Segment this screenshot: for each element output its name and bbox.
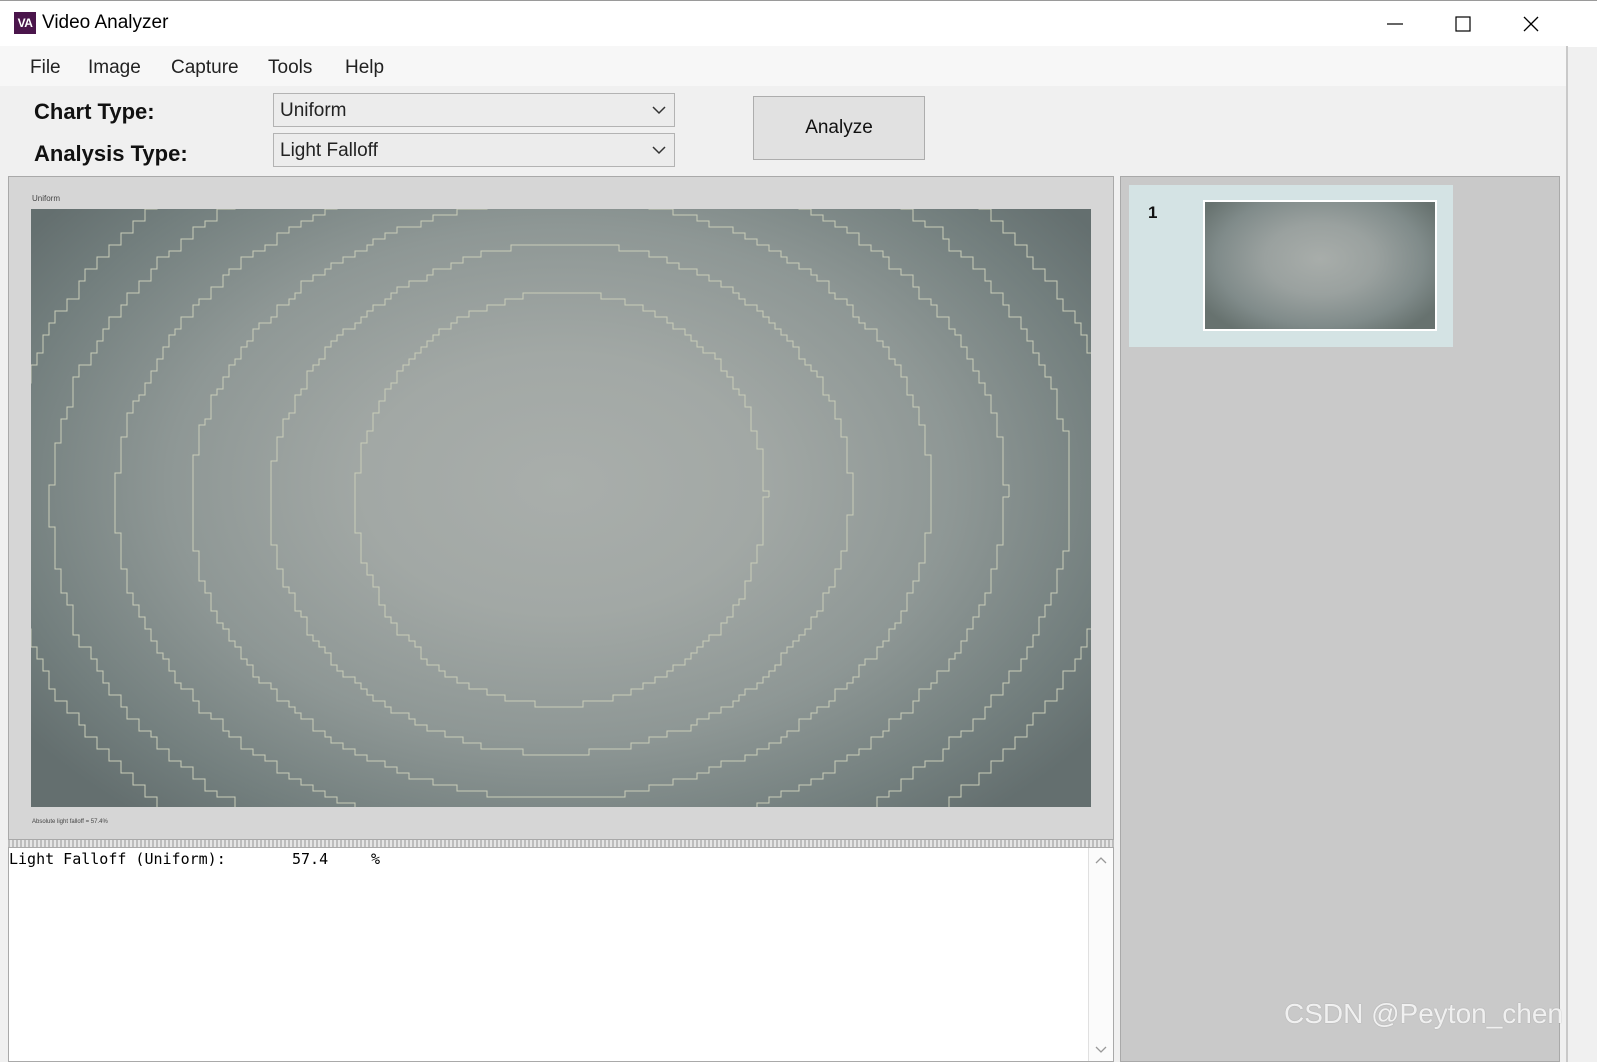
contour-overlay: [31, 209, 1091, 807]
splitter[interactable]: [8, 840, 1114, 847]
title-bar: VA Video Analyzer: [0, 0, 1597, 47]
contour-line: [114, 209, 1010, 807]
close-button[interactable]: [1497, 1, 1565, 47]
analyze-button[interactable]: Analyze: [753, 96, 925, 160]
menu-file[interactable]: File: [30, 57, 61, 79]
minimize-icon: [1387, 23, 1403, 25]
thumbnail-image: [1203, 200, 1437, 331]
chart-type-label: Chart Type:: [34, 99, 155, 124]
image-panel: Uniform Absolute light falloff = 57.4%: [8, 176, 1114, 840]
menu-image[interactable]: Image: [88, 57, 141, 79]
image-caption-top: Uniform: [32, 194, 61, 203]
analysis-type-value: Light Falloff: [280, 140, 378, 161]
chart-type-select[interactable]: Uniform: [273, 93, 675, 127]
contour-line: [192, 209, 932, 798]
maximize-button[interactable]: [1429, 1, 1497, 47]
image-caption-bottom: Absolute light falloff = 57.4%: [32, 819, 108, 825]
output-scrollbar[interactable]: [1088, 848, 1113, 1061]
analysis-type-select[interactable]: Light Falloff: [273, 133, 675, 167]
contour-line: [270, 244, 854, 756]
maximize-icon: [1455, 16, 1471, 32]
close-icon: [1523, 16, 1539, 32]
thumbnail-index: 1: [1148, 203, 1158, 222]
menu-bar: File Image Capture Tools Help: [0, 46, 1566, 86]
result-label: Light Falloff (Uniform):: [9, 850, 226, 868]
thumbnail-item[interactable]: 1: [1129, 185, 1453, 347]
contour-line: [31, 209, 1091, 807]
window-title: Video Analyzer: [42, 12, 169, 33]
result-value: 57.4: [292, 850, 329, 868]
chevron-down-icon: [652, 106, 666, 115]
thumbnail-panel: 1: [1120, 176, 1560, 1062]
watermark: CSDN @Peyton_chen: [1284, 998, 1564, 1029]
menu-capture[interactable]: Capture: [171, 57, 239, 79]
chevron-down-icon: [652, 146, 666, 155]
chart-type-value: Uniform: [280, 100, 347, 121]
scroll-up-icon[interactable]: [1089, 854, 1113, 868]
minimize-button[interactable]: [1361, 1, 1429, 47]
app-icon: VA: [14, 12, 36, 34]
light-falloff-image: [31, 209, 1091, 807]
menu-help[interactable]: Help: [345, 57, 384, 79]
menu-tools[interactable]: Tools: [268, 57, 312, 79]
result-unit: %: [371, 850, 381, 868]
window-border: [1566, 46, 1568, 1062]
results-output[interactable]: Light Falloff (Uniform): 57.4 %: [8, 847, 1114, 1062]
contour-line: [354, 292, 770, 708]
analysis-type-label: Analysis Type:: [34, 141, 188, 166]
scroll-down-icon[interactable]: [1089, 1043, 1113, 1057]
